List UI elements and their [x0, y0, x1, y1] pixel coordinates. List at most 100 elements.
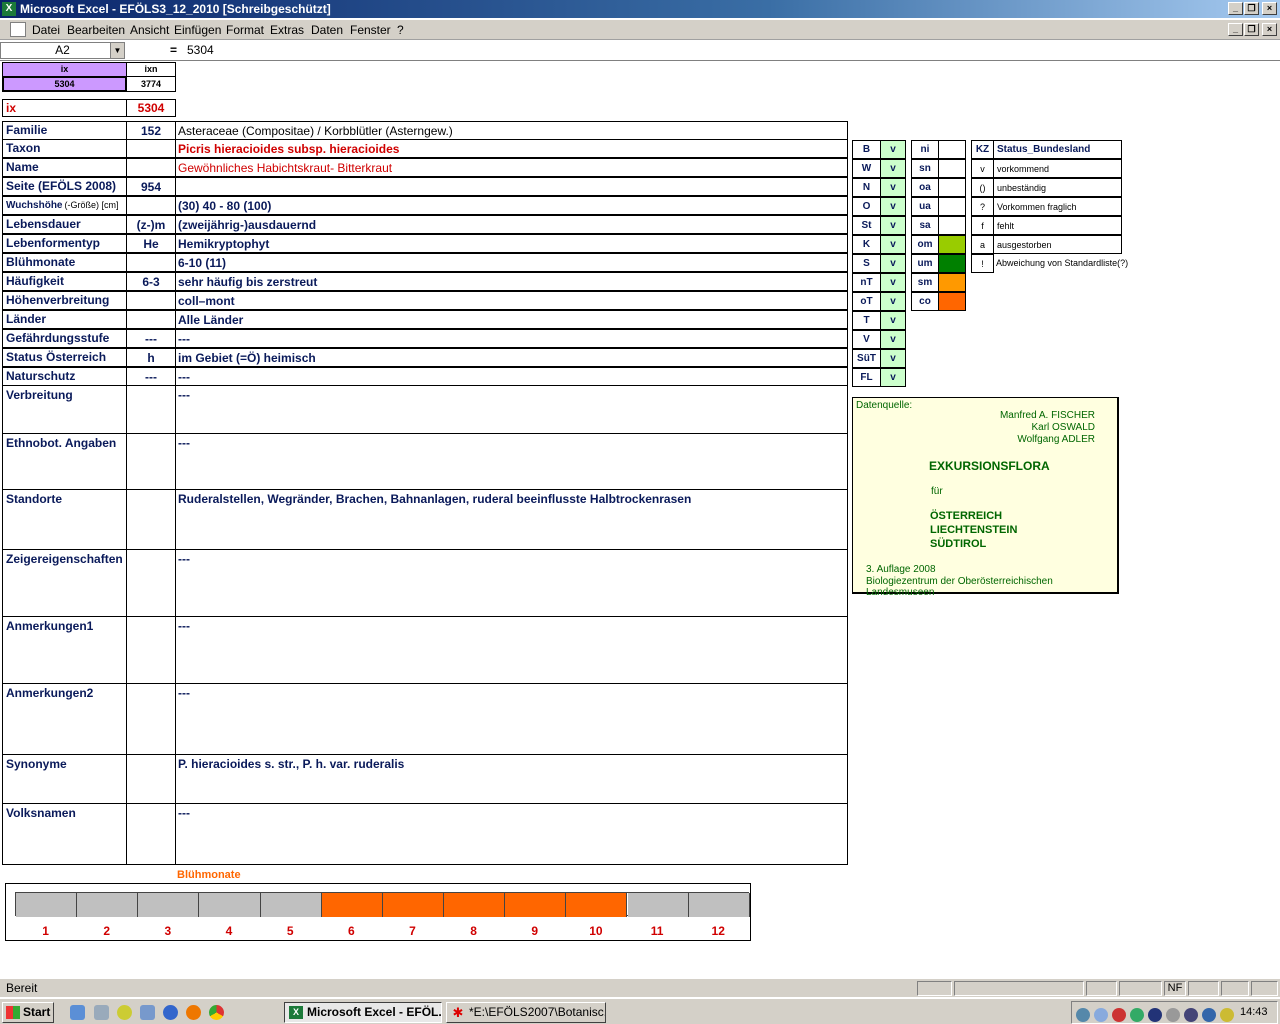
close-icon[interactable]: ×: [1262, 2, 1277, 15]
region-status[interactable]: v: [880, 349, 906, 368]
tray-icon[interactable]: [1184, 1008, 1198, 1022]
row-code[interactable]: 152: [126, 121, 176, 140]
altitude-color-swatch[interactable]: [938, 273, 966, 292]
ixn-header-cell[interactable]: ixn: [126, 62, 176, 77]
row-code[interactable]: [126, 803, 176, 865]
row-value[interactable]: ---: [175, 803, 848, 865]
region-code[interactable]: FL: [852, 368, 881, 387]
row-label[interactable]: Zeigereigenschaften: [2, 549, 127, 617]
row-code[interactable]: [126, 616, 176, 684]
row-value[interactable]: Hemikryptophyt: [175, 234, 848, 253]
row-value[interactable]: ---: [175, 367, 848, 386]
row-code[interactable]: ---: [126, 329, 176, 348]
task-excel[interactable]: X Microsoft Excel - EFÖL...: [284, 1002, 442, 1023]
region-code[interactable]: SüT: [852, 349, 881, 368]
chrome-icon[interactable]: [209, 1005, 224, 1020]
altitude-code[interactable]: co: [911, 292, 939, 311]
row-code[interactable]: [126, 253, 176, 272]
formula-input[interactable]: 5304: [187, 43, 214, 57]
row-label[interactable]: Seite (EFÖLS 2008): [2, 177, 127, 196]
row-label[interactable]: Wuchshöhe (-Größe) [cm]: [2, 196, 127, 215]
quicklaunch-icon[interactable]: [70, 1005, 85, 1020]
region-code[interactable]: S: [852, 254, 881, 273]
region-status[interactable]: v: [880, 140, 906, 159]
tray-icon[interactable]: [1202, 1008, 1216, 1022]
row-value[interactable]: ---: [175, 616, 848, 684]
row-value[interactable]: [175, 177, 848, 196]
row-code[interactable]: [126, 754, 176, 804]
region-status[interactable]: v: [880, 311, 906, 330]
ix-value-cell[interactable]: 5304: [2, 76, 127, 92]
row-code[interactable]: [126, 139, 176, 158]
menu-format[interactable]: Format: [226, 23, 264, 37]
restore-icon[interactable]: ❐: [1244, 2, 1259, 15]
row-value[interactable]: (30) 40 - 80 (100): [175, 196, 848, 215]
excel-app-icon[interactable]: X: [2, 2, 16, 16]
altitude-color-swatch[interactable]: [938, 292, 966, 311]
row-value[interactable]: Asteraceae (Compositae) / Korbblütler (A…: [175, 121, 848, 140]
name-box[interactable]: A2 ▼: [0, 42, 125, 59]
row-code[interactable]: [126, 433, 176, 490]
row-label[interactable]: Naturschutz: [2, 367, 127, 386]
doc-close-icon[interactable]: ×: [1262, 23, 1277, 36]
altitude-code[interactable]: sn: [911, 159, 939, 178]
row-label[interactable]: Taxon: [2, 139, 127, 158]
row-value[interactable]: im Gebiet (=Ö) heimisch: [175, 348, 848, 367]
quicklaunch-icon[interactable]: [94, 1005, 109, 1020]
search-icon[interactable]: [1094, 1008, 1108, 1022]
row-code[interactable]: [126, 310, 176, 329]
task-editor[interactable]: ✱ *E:\EFÖLS2007\Botanisc...: [446, 1002, 606, 1023]
row-code[interactable]: ---: [126, 367, 176, 386]
region-code[interactable]: W: [852, 159, 881, 178]
row-label[interactable]: Anmerkungen1: [2, 616, 127, 684]
menu-extras[interactable]: Extras: [270, 23, 304, 37]
row-label[interactable]: Familie: [2, 121, 127, 140]
altitude-color-swatch[interactable]: [938, 140, 966, 159]
row-label[interactable]: Lebensdauer: [2, 215, 127, 234]
region-status[interactable]: v: [880, 292, 906, 311]
menu-help[interactable]: ?: [397, 23, 404, 37]
row-label[interactable]: Verbreitung: [2, 385, 127, 434]
region-status[interactable]: v: [880, 254, 906, 273]
region-status[interactable]: v: [880, 178, 906, 197]
row-value[interactable]: ---: [175, 683, 848, 755]
region-code[interactable]: V: [852, 330, 881, 349]
altitude-code[interactable]: om: [911, 235, 939, 254]
firefox-icon[interactable]: [186, 1005, 201, 1020]
row-label[interactable]: Anmerkungen2: [2, 683, 127, 755]
row-value[interactable]: Alle Länder: [175, 310, 848, 329]
tray-icon[interactable]: [1166, 1008, 1180, 1022]
shield-icon[interactable]: [1148, 1008, 1162, 1022]
menu-bearbeiten[interactable]: Bearbeiten: [67, 23, 125, 37]
network-icon[interactable]: [1130, 1008, 1144, 1022]
menu-einfuegen[interactable]: Einfügen: [174, 23, 221, 37]
minimize-icon[interactable]: _: [1228, 2, 1243, 15]
altitude-code[interactable]: sm: [911, 273, 939, 292]
tray-icon[interactable]: [1076, 1008, 1090, 1022]
row-value[interactable]: coll–mont: [175, 291, 848, 310]
tray-icon[interactable]: [1220, 1008, 1234, 1022]
region-code[interactable]: St: [852, 216, 881, 235]
altitude-color-swatch[interactable]: [938, 235, 966, 254]
internet-explorer-icon[interactable]: [163, 1005, 178, 1020]
row-label[interactable]: Länder: [2, 310, 127, 329]
region-status[interactable]: v: [880, 368, 906, 387]
row-code[interactable]: [126, 489, 176, 550]
start-button[interactable]: Start: [2, 1002, 54, 1023]
row-value[interactable]: Picris hieracioides subsp. hieracioides: [175, 139, 848, 158]
row-code[interactable]: h: [126, 348, 176, 367]
altitude-code[interactable]: um: [911, 254, 939, 273]
row-code[interactable]: (z-)m: [126, 215, 176, 234]
altitude-code[interactable]: oa: [911, 178, 939, 197]
region-status[interactable]: v: [880, 330, 906, 349]
menu-datei[interactable]: Datei: [32, 23, 60, 37]
row-label[interactable]: Häufigkeit: [2, 272, 127, 291]
row-label[interactable]: Blühmonate: [2, 253, 127, 272]
ixn-value-cell[interactable]: 3774: [126, 76, 176, 92]
region-code[interactable]: B: [852, 140, 881, 159]
row-code[interactable]: [126, 683, 176, 755]
region-status[interactable]: v: [880, 197, 906, 216]
row-label[interactable]: Synonyme: [2, 754, 127, 804]
row-value[interactable]: ---: [175, 433, 848, 490]
altitude-code[interactable]: sa: [911, 216, 939, 235]
